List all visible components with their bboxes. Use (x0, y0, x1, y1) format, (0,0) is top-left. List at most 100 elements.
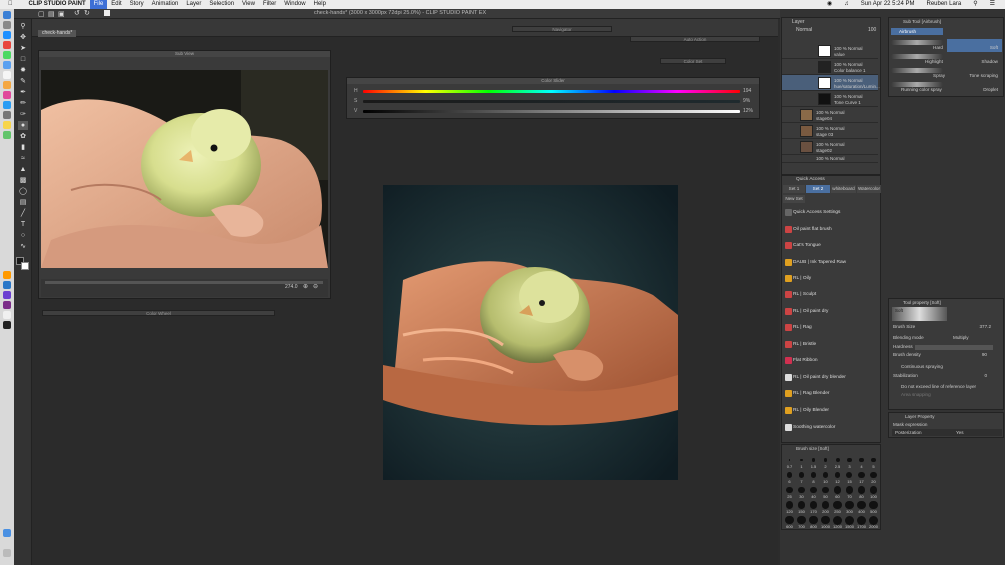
brush-size-preset[interactable]: 1500 (844, 515, 855, 529)
user-name[interactable]: Reuben Lara (923, 0, 966, 9)
sub-tool-hard[interactable]: Hard (933, 45, 943, 50)
menu-animation[interactable]: Animation (148, 0, 183, 9)
layer-row[interactable]: 100 % Normal stage04 (782, 107, 878, 123)
eyedropper-tool-icon[interactable]: ✎ (18, 77, 28, 86)
mail-icon[interactable] (3, 61, 11, 69)
brush-size-preset[interactable]: 700 (796, 515, 807, 529)
saturation-slider[interactable] (363, 100, 740, 103)
quick-access-tab-set2[interactable]: Set 2 (806, 185, 830, 193)
save-icon[interactable]: ▣ (58, 10, 65, 18)
zoom-tool-icon[interactable]: ⚲ (18, 22, 28, 31)
airbrush-tool-icon[interactable]: ● (18, 121, 28, 130)
quick-access-item[interactable]: RL | Oil paint dry blender (784, 370, 878, 386)
prop-stabilization[interactable]: Stabilization 0 (893, 373, 1001, 381)
prop-continuous-spraying[interactable]: Continuous spraying (901, 364, 1005, 372)
blend-tool-icon[interactable]: ≈ (18, 154, 28, 163)
brush-size-preset[interactable]: 170 (808, 500, 819, 514)
finder-icon[interactable] (3, 11, 11, 19)
sub-color-swatch[interactable] (21, 262, 29, 270)
appstore-icon[interactable] (3, 101, 11, 109)
menu-selection[interactable]: Selection (205, 0, 238, 9)
document-tab[interactable]: check-hands* (38, 30, 77, 37)
prop-area-snapping[interactable]: Area snapping (901, 392, 1005, 400)
menu-filter[interactable]: Filter (259, 0, 280, 9)
brush-size-preset[interactable]: 40 (808, 485, 819, 499)
brush-size-preset[interactable]: 5 (868, 455, 879, 469)
brush-size-preset[interactable]: 1200 (832, 515, 843, 529)
quick-access-tab-set1[interactable]: Set 1 (783, 185, 805, 193)
notes-icon[interactable] (3, 121, 11, 129)
canvas-color-icon[interactable] (104, 10, 110, 16)
quick-access-item[interactable]: RL | Oily (784, 271, 878, 287)
sub-view-scrollbar[interactable] (45, 281, 323, 284)
zoom-in-icon[interactable]: ⊕ (303, 283, 308, 290)
brush-size-preset[interactable]: 7 (796, 470, 807, 484)
brush-size-preset[interactable]: 80 (856, 485, 867, 499)
saturation-value[interactable]: 9% (743, 98, 750, 104)
brush-size-preset[interactable]: 2 (820, 455, 831, 469)
brush-size-preset[interactable]: 60 (832, 485, 843, 499)
auto-action-panel-collapsed[interactable]: Auto Action (630, 36, 760, 42)
color-set-panel-collapsed[interactable]: Color Set (660, 58, 726, 64)
quick-access-item[interactable]: Cat's Tongue (784, 238, 878, 254)
quick-access-item[interactable]: RL | Bristle (784, 337, 878, 353)
brush-size-preset[interactable]: 1000 (820, 515, 831, 529)
value-slider[interactable] (363, 110, 740, 113)
clock[interactable]: Sun Apr 22 5:24 PM (857, 0, 919, 9)
brush-size-preset[interactable]: 50 (820, 485, 831, 499)
ruler-tool-icon[interactable]: ╱ (18, 209, 28, 218)
quick-access-settings[interactable]: Quick Access Settings (784, 205, 878, 221)
premiere-icon[interactable] (3, 301, 11, 309)
brush-tool-icon[interactable]: ✑ (18, 110, 28, 119)
hue-slider[interactable] (363, 90, 740, 93)
brush-size-preset[interactable]: 500 (868, 500, 879, 514)
clipstudio-icon[interactable] (3, 311, 11, 319)
layer-row[interactable]: 100 % Normal stage02 (782, 139, 878, 155)
photos-icon[interactable] (3, 81, 11, 89)
brush-size-preset[interactable]: 70 (844, 485, 855, 499)
value-value[interactable]: 12% (743, 108, 753, 114)
photoshop-icon[interactable] (3, 281, 11, 289)
brush-size-preset[interactable]: 600 (784, 515, 795, 529)
messages-icon[interactable] (3, 51, 11, 59)
sub-tool-group[interactable]: Airbrush (891, 28, 943, 35)
auto-select-tool-icon[interactable]: ✸ (18, 66, 28, 75)
menu-help[interactable]: Help (310, 0, 330, 9)
brush-size-preset[interactable]: 4 (856, 455, 867, 469)
eraser-tool-icon[interactable]: ▮ (18, 143, 28, 152)
open-icon[interactable]: ▤ (48, 10, 55, 18)
sub-tool-spray[interactable]: Spray (933, 73, 945, 78)
prop-value[interactable]: 90 (982, 352, 987, 357)
aftereffects-icon[interactable] (3, 291, 11, 299)
maps-icon[interactable] (3, 131, 11, 139)
reference-photo[interactable] (41, 70, 328, 268)
menu-edit[interactable]: Edit (107, 0, 125, 9)
brush-size-preset[interactable]: 250 (832, 500, 843, 514)
prop-reference-layer[interactable]: Do not exceed line of reference layer (901, 384, 1005, 392)
safari-icon[interactable] (3, 31, 11, 39)
brush-size-preset[interactable]: 300 (844, 500, 855, 514)
quick-access-item[interactable]: Soothing watercolor (784, 420, 878, 436)
brush-size-preset[interactable]: 25 (784, 485, 795, 499)
brush-size-preset[interactable]: 15 (844, 470, 855, 484)
sub-view-zoom-value[interactable]: 274.0 (285, 284, 298, 290)
brush-size-preset[interactable]: 8 (808, 470, 819, 484)
itunes-icon[interactable] (3, 91, 11, 99)
brush-size-preset[interactable]: 30 (796, 485, 807, 499)
undo-icon[interactable]: ↺ (74, 9, 80, 17)
app-menu[interactable]: CLIP STUDIO PAINT (25, 0, 90, 9)
prop-hardness[interactable]: Hardness (893, 344, 1001, 352)
settings-icon[interactable] (3, 111, 11, 119)
frame-tool-icon[interactable]: ▤ (18, 198, 28, 207)
sub-tool-soft[interactable]: Soft (990, 45, 998, 50)
brush-size-preset[interactable]: 200 (820, 500, 831, 514)
downloads-icon[interactable] (3, 529, 11, 537)
layer-row[interactable]: 100 % Normal Tone Curve 1 (782, 91, 878, 107)
menu-view[interactable]: View (238, 0, 259, 9)
balloon-tool-icon[interactable]: ○ (18, 231, 28, 240)
navigator-panel-collapsed[interactable]: Navigator (512, 26, 612, 32)
menu-file[interactable]: File (89, 0, 108, 9)
chrome-icon[interactable] (3, 41, 11, 49)
text-tool-icon[interactable]: T (18, 220, 28, 229)
new-canvas-icon[interactable]: ▢ (38, 10, 45, 18)
